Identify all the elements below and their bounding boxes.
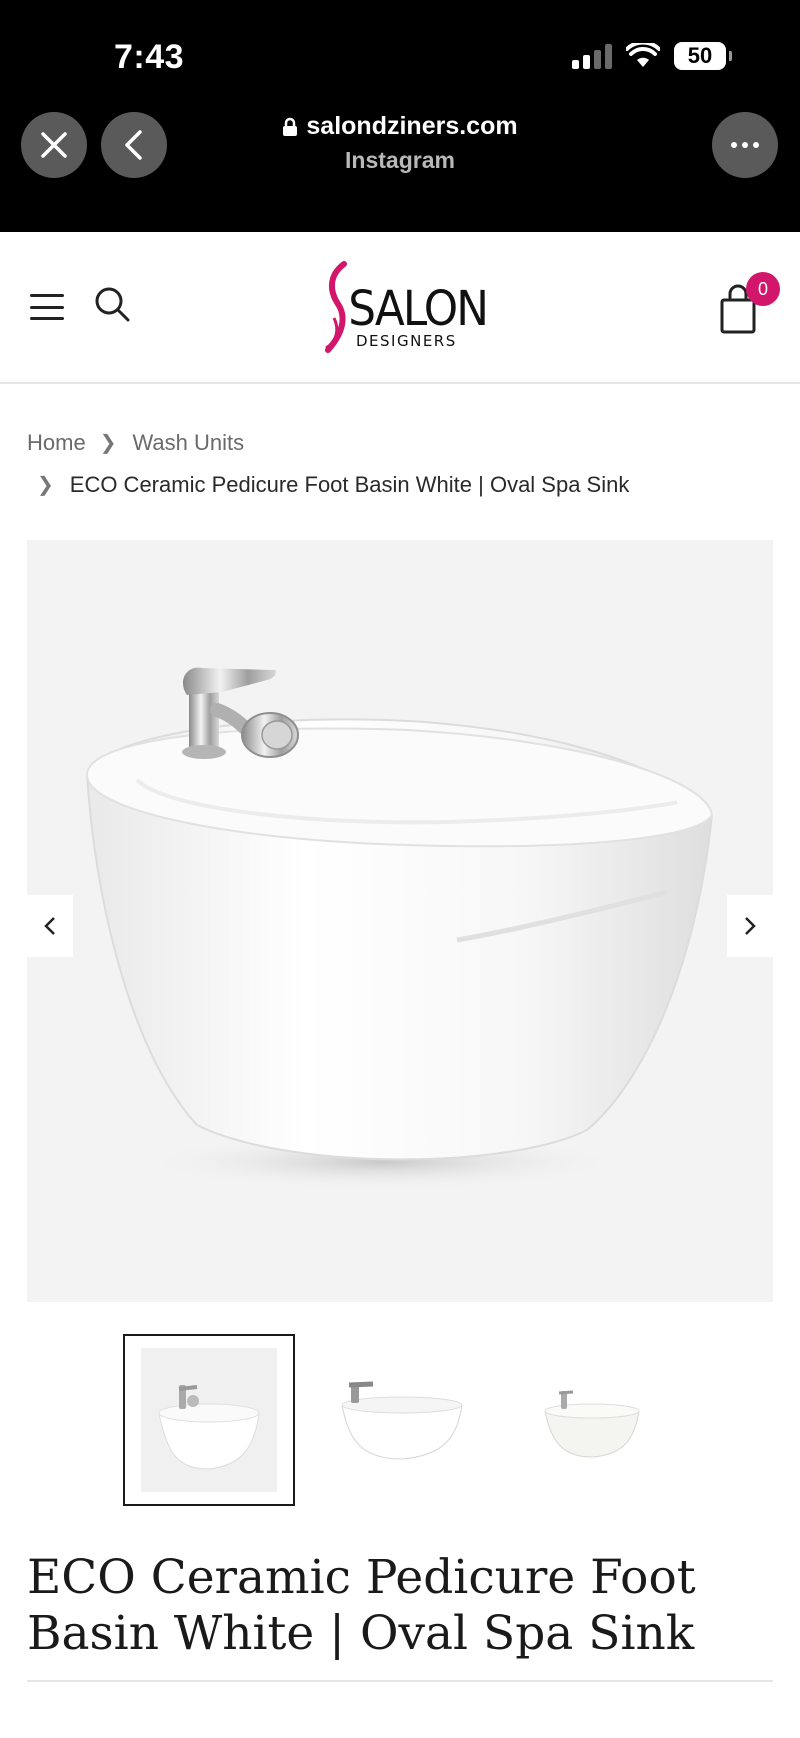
lock-icon	[283, 117, 298, 136]
url-text: salondziners.com	[306, 112, 518, 140]
url-line: salondziners.com	[200, 112, 600, 141]
gallery-prev-button[interactable]	[27, 895, 73, 957]
browser-chrome: 7:43 50 salondziners.com Instagram	[0, 0, 800, 232]
cart-count-badge: 0	[746, 272, 780, 306]
close-icon	[41, 132, 67, 158]
more-button[interactable]	[712, 112, 778, 178]
status-time: 7:43	[114, 38, 185, 76]
logo-wordmark: SALON	[348, 280, 486, 337]
chevron-right-icon: ❯	[99, 432, 117, 454]
chevron-right-icon: ❯	[37, 474, 54, 496]
search-icon[interactable]	[92, 284, 134, 326]
basin-image	[85, 667, 714, 1190]
menu-icon[interactable]	[30, 294, 64, 320]
thumbnail-image	[158, 1385, 260, 1470]
breadcrumb-wash-units[interactable]: Wash Units	[132, 422, 244, 464]
logo-subtext: DESIGNERS	[356, 332, 457, 350]
wifi-icon	[626, 43, 660, 67]
breadcrumb: Home ❯ Wash Units ❯ ECO Ceramic Pedicure…	[27, 422, 777, 506]
source-app: Instagram	[345, 147, 455, 173]
battery-level: 50	[687, 43, 713, 68]
cellular-signal-icon	[572, 43, 612, 69]
more-icon	[731, 142, 759, 148]
thumbnail-strip	[0, 1334, 800, 1506]
close-button[interactable]	[21, 112, 87, 178]
site-logo[interactable]: SALON DESIGNERS	[316, 258, 486, 358]
thumbnail-image	[544, 1390, 640, 1458]
product-main-image[interactable]	[27, 540, 773, 1302]
back-icon	[125, 130, 142, 160]
gallery-next-button[interactable]	[727, 895, 773, 957]
breadcrumb-current: ECO Ceramic Pedicure Foot Basin White | …	[69, 472, 630, 497]
thumbnail-3[interactable]	[506, 1334, 678, 1506]
back-button[interactable]	[101, 112, 167, 178]
thumbnail-2[interactable]	[316, 1334, 488, 1506]
chevron-right-icon	[745, 917, 756, 935]
divider	[27, 1680, 773, 1682]
address-display[interactable]: salondziners.com Instagram	[200, 112, 600, 174]
status-icons: 50	[572, 42, 732, 70]
breadcrumb-home[interactable]: Home	[27, 422, 86, 464]
thumbnail-1[interactable]	[123, 1334, 295, 1506]
product-title: ECO Ceramic Pedicure Foot Basin White | …	[27, 1550, 696, 1661]
chevron-left-icon	[44, 917, 55, 935]
site-header: SALON DESIGNERS 0	[0, 232, 800, 384]
battery-icon: 50	[674, 42, 732, 70]
thumbnail-image	[341, 1381, 463, 1460]
